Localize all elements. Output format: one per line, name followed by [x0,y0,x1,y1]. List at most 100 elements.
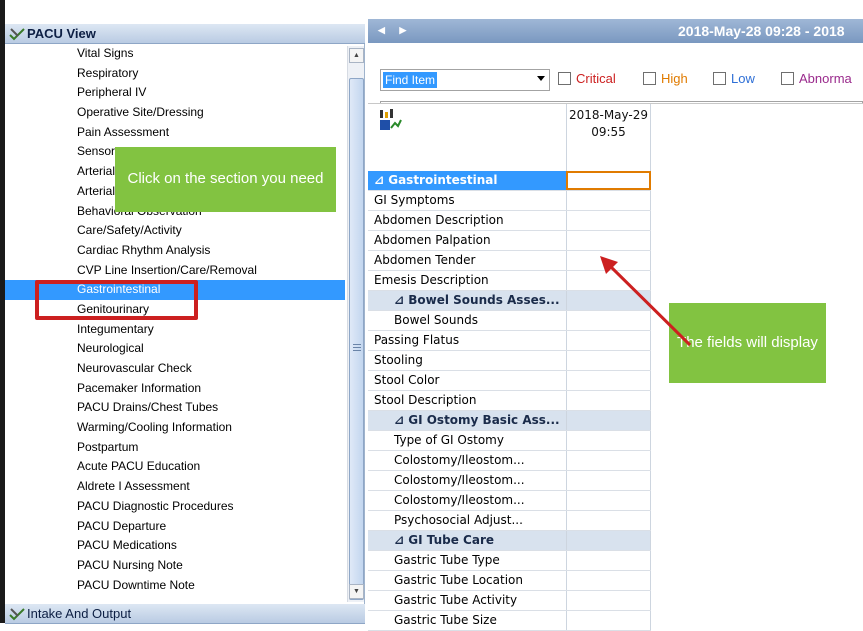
section-item[interactable]: Neurological [5,339,345,359]
row-label: Colostomy/Ileostom... [394,493,525,507]
pencil-check-icon [9,608,25,621]
section-item[interactable]: PACU Nursing Note [5,556,345,576]
abnormal-filter-label: Abnorma [799,71,852,86]
chart-tools-icon[interactable] [378,108,402,132]
section-list: Vital Signs Respiratory Peripheral IV Opera… [5,44,345,604]
grid-field-row[interactable]: Gastric Tube Type [368,551,651,571]
result-cell[interactable] [566,491,651,510]
section-item[interactable]: Peripheral IV [5,83,345,103]
row-label: Colostomy/Ileostom... [394,453,525,467]
row-label: Abdomen Palpation [374,233,491,247]
row-label: Stool Color [374,373,440,387]
section-item[interactable]: Acute PACU Education [5,457,345,477]
grid-section-row[interactable]: ⊿ GI Ostomy Basic Ass... [368,411,651,431]
grid-field-row[interactable]: Stool Description [368,391,651,411]
grid-field-row[interactable]: Type of GI Ostomy [368,431,651,451]
section-item[interactable]: Aldrete I Assessment [5,477,345,497]
grip-icon [353,344,361,351]
row-label: Bowel Sounds [394,313,478,327]
section-item[interactable]: PACU Medications [5,536,345,556]
grid-field-row[interactable]: Abdomen Description [368,211,651,231]
section-item[interactable]: Cardiac Rhythm Analysis [5,241,345,261]
intake-output-band-header[interactable]: Intake And Output [5,604,365,624]
grid-section-row[interactable]: ⊿ Gastrointestinal [368,171,651,191]
column-date: 2018-May-29 [568,108,649,122]
section-item[interactable]: Respiratory [5,64,345,84]
section-item[interactable]: PACU Diagnostic Procedures [5,497,345,517]
result-cell[interactable] [566,451,651,470]
grid-field-row[interactable]: Colostomy/Ileostom... [368,451,651,471]
section-item[interactable]: Vital Signs [5,44,345,64]
section-item[interactable]: Neurovascular Check [5,359,345,379]
grid-field-row[interactable]: Gastric Tube Size [368,611,651,631]
section-item[interactable]: CVP Line Insertion/Care/Removal [5,261,345,281]
grid-section-row[interactable]: ⊿ GI Tube Care [368,531,651,551]
result-cell[interactable] [566,571,651,590]
checkbox-icon [558,72,571,85]
row-label: Abdomen Tender [374,253,476,267]
row-label: Stooling [374,353,423,367]
section-item[interactable]: PACU Departure [5,517,345,537]
column-header[interactable]: 2018-May-29 09:55 [566,104,651,171]
row-label: Psychosocial Adjust... [394,513,523,527]
section-item[interactable]: PACU Downtime Note [5,576,345,596]
abnormal-filter-checkbox[interactable]: Abnorma [781,71,852,86]
result-cell[interactable] [566,171,651,190]
pacu-view-band-header[interactable]: PACU View [5,24,365,44]
row-label: ⊿ GI Ostomy Basic Ass... [394,413,560,427]
grid-field-row[interactable]: Psychosocial Adjust... [368,511,651,531]
row-label: Abdomen Description [374,213,504,227]
result-cell[interactable] [566,431,651,450]
critical-filter-checkbox[interactable]: Critical [558,71,616,86]
section-item[interactable]: Care/Safety/Activity [5,221,345,241]
result-cell[interactable] [566,391,651,410]
section-instruction-callout: Click on the section you need [115,147,336,212]
high-filter-checkbox[interactable]: High [643,71,688,86]
date-nav-arrows-icon[interactable]: ◀ ▶ [378,25,412,36]
low-filter-checkbox[interactable]: Low [713,71,755,86]
section-item[interactable]: Operative Site/Dressing [5,103,345,123]
grid-field-row[interactable]: Colostomy/Ileostom... [368,471,651,491]
result-cell[interactable] [566,531,651,550]
band-header-label: PACU View [27,26,96,41]
scroll-down-arrow-icon[interactable]: ▼ [349,584,364,599]
find-item-dropdown[interactable]: Find Item [380,69,550,91]
scrollbar-thumb[interactable] [349,78,364,600]
section-item[interactable]: Pain Assessment [5,123,345,143]
result-cell[interactable] [566,471,651,490]
result-cell[interactable] [566,411,651,430]
result-cell[interactable] [566,551,651,570]
result-cell[interactable] [566,511,651,530]
column-time: 09:55 [591,125,626,139]
result-cell[interactable] [566,231,651,250]
scroll-up-arrow-icon[interactable]: ▲ [349,48,364,63]
row-label: Emesis Description [374,273,489,287]
section-item[interactable]: Pacemaker Information [5,379,345,399]
result-cell[interactable] [566,371,651,390]
checkbox-icon [713,72,726,85]
grid-field-row[interactable]: Stooling [368,351,651,371]
result-cell[interactable] [566,591,651,610]
row-label: ⊿ Gastrointestinal [374,173,498,187]
grid-field-row[interactable]: Colostomy/Ileostom... [368,491,651,511]
result-cell[interactable] [566,611,651,630]
section-list-scrollbar[interactable]: ▲ ▼ [347,46,364,602]
result-cell[interactable] [566,191,651,210]
result-cell[interactable] [566,351,651,370]
section-item[interactable]: PACU Drains/Chest Tubes [5,398,345,418]
grid-field-row[interactable]: Abdomen Palpation [368,231,651,251]
grid-field-row[interactable]: Gastric Tube Activity [368,591,651,611]
pointer-arrow-icon [600,256,692,347]
section-item[interactable]: Integumentary [5,320,345,340]
row-label: Stool Description [374,393,477,407]
grid-field-row[interactable]: Gastric Tube Location [368,571,651,591]
grid-field-row[interactable]: GI Symptoms [368,191,651,211]
row-label: Passing Flatus [374,333,460,347]
grid-field-row[interactable]: Stool Color [368,371,651,391]
section-item[interactable]: Postpartum [5,438,345,458]
section-item[interactable]: Warming/Cooling Information [5,418,345,438]
row-label: Gastric Tube Type [394,553,500,567]
result-cell[interactable] [566,211,651,230]
critical-filter-label: Critical [576,71,616,86]
row-label: Type of GI Ostomy [394,433,504,447]
